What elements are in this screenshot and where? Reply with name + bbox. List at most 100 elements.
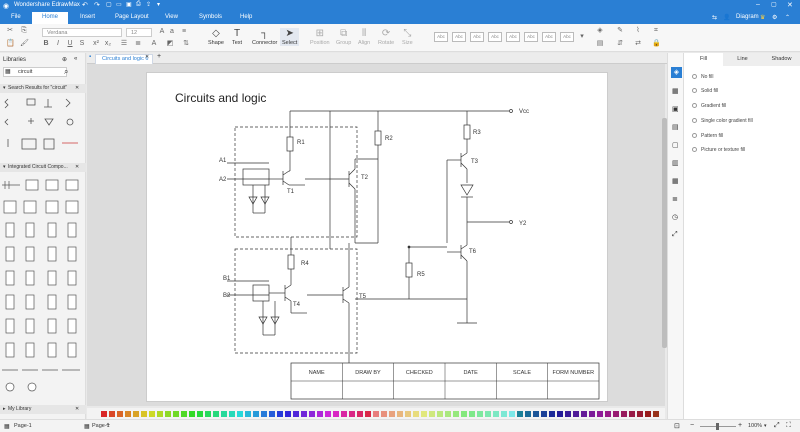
shadow-icon[interactable]: ▤ [596,40,604,48]
library-collapse-icon[interactable]: « [74,56,77,62]
color-swatch[interactable] [501,411,507,417]
color-swatch[interactable] [149,411,155,417]
lock-icon[interactable]: 🔒 [652,40,661,48]
style-panel-icon[interactable]: ▦ [672,87,679,95]
redo-icon[interactable]: ↷ [94,1,100,9]
settings-icon[interactable]: ⚙ [772,14,777,21]
color-swatch[interactable] [285,411,291,417]
fullscreen-panel-icon[interactable]: ⤢ [672,231,678,239]
position-tool[interactable]: ⊞ Position [310,28,330,46]
my-library-close-icon[interactable]: ✕ [75,406,79,412]
style-more-icon[interactable]: ▾ [578,33,586,41]
section-search-results[interactable]: Search Results for "circuit" [0,84,86,93]
color-swatch[interactable] [541,411,547,417]
fit-page-icon[interactable]: ⊡ [674,422,680,430]
menu-help[interactable]: Help [240,14,252,20]
color-swatch[interactable] [445,411,451,417]
notes-panel-icon[interactable]: ≣ [672,195,678,203]
color-swatch[interactable] [269,411,275,417]
color-swatch[interactable] [101,411,107,417]
color-swatch[interactable] [429,411,435,417]
export-icon[interactable]: ⇪ [146,1,151,8]
menu-insert[interactable]: Insert [80,14,95,20]
zoom-in-icon[interactable]: + [738,422,742,429]
option-pattern-fill[interactable]: Pattern fill [692,133,723,139]
color-swatch[interactable] [549,411,555,417]
color-swatch[interactable] [645,411,651,417]
color-swatch[interactable] [605,411,611,417]
color-swatch[interactable] [157,411,163,417]
color-swatch[interactable] [109,411,115,417]
color-swatch[interactable] [221,411,227,417]
color-swatch[interactable] [133,411,139,417]
search-icon[interactable]: ⌕ [64,67,68,77]
color-swatch[interactable] [197,411,203,417]
menu-view[interactable]: View [165,14,178,20]
tab-shadow[interactable]: Shadow [762,53,800,66]
tab-fill[interactable]: Fill [684,53,723,66]
shape-ground[interactable] [44,99,52,108]
arrange-icon[interactable]: ⇵ [616,40,624,48]
option-single-color-gradient-fill[interactable]: Single color gradient fill [692,118,753,124]
text-direction-icon[interactable]: ⇅ [182,40,190,48]
color-swatch[interactable] [581,411,587,417]
style-preset-8[interactable]: Abc [560,32,574,42]
color-swatch[interactable] [533,411,539,417]
option-gradient-fill[interactable]: Gradient fill [692,103,726,109]
image-panel-icon[interactable]: ▣ [672,105,679,113]
text-tool[interactable]: T Text [232,28,242,46]
library-search-input[interactable]: circuit [3,67,67,77]
color-swatch[interactable] [525,411,531,417]
line-style-icon[interactable]: ⌇ [634,27,642,35]
color-swatch[interactable] [237,411,243,417]
color-swatch[interactable] [301,411,307,417]
section-my-library[interactable]: My Library [0,405,86,414]
minimize-icon[interactable]: – [756,1,760,8]
shrink-font-icon[interactable]: a [168,28,176,36]
strikethrough-icon[interactable]: S [78,40,86,48]
new-tab-icon[interactable]: + [157,53,161,60]
color-swatch[interactable] [653,411,659,417]
menu-symbols[interactable]: Symbols [199,14,222,20]
tab-close-icon[interactable]: ✕ [145,54,149,60]
open-icon[interactable]: ▭ [116,1,122,8]
subscript-icon[interactable]: x₂ [104,40,112,48]
fill-icon[interactable]: ◈ [596,27,604,35]
chart-panel-icon[interactable]: ▥ [672,159,679,167]
color-swatch[interactable] [509,411,515,417]
style-preset-5[interactable]: Abc [506,32,520,42]
cut-icon[interactable]: ✂ [6,27,14,35]
diagram-button[interactable]: Diagram [736,14,759,20]
style-preset-3[interactable]: Abc [470,32,484,42]
style-preset-6[interactable]: Abc [524,32,538,42]
print-icon[interactable]: ⎙ [136,1,141,8]
tab-line[interactable]: Line [723,53,762,66]
color-swatch[interactable] [317,411,323,417]
shape-capacitor[interactable] [28,118,34,124]
layers-panel-icon[interactable]: ▤ [672,123,679,131]
color-swatch[interactable] [517,411,523,417]
underline-icon[interactable]: U [66,40,74,48]
page-panel-icon[interactable]: ▢ [672,141,679,149]
color-swatch[interactable] [245,411,251,417]
color-swatch[interactable] [413,411,419,417]
section-integrated-circuit[interactable]: Integrated Circuit Compo... [0,163,86,172]
color-swatch[interactable] [597,411,603,417]
select-tool[interactable]: ➤ Select [280,28,300,46]
menu-home[interactable]: Home [32,12,69,24]
color-swatch[interactable] [565,411,571,417]
group-tool[interactable]: ⧉ Group [336,28,351,46]
add-page-icon[interactable]: + [106,422,110,429]
line-color-icon[interactable]: ✎ [616,27,624,35]
option-no-fill[interactable]: No fill [692,74,714,80]
fit-width-icon[interactable]: ⤢ [774,422,780,430]
color-swatch[interactable] [485,411,491,417]
zoom-dropdown-icon[interactable]: ▾ [764,423,767,429]
undo-icon[interactable]: ↶ [82,1,88,9]
bullet-list-icon[interactable]: ☰ [120,40,128,48]
color-swatch[interactable] [277,411,283,417]
history-panel-icon[interactable]: ◷ [672,213,678,221]
color-swatch[interactable] [477,411,483,417]
color-swatch[interactable] [493,411,499,417]
drawing-page[interactable]: Circuits and logic Vcc Y2 A1 A2 B1 B2 R1… [146,72,608,402]
